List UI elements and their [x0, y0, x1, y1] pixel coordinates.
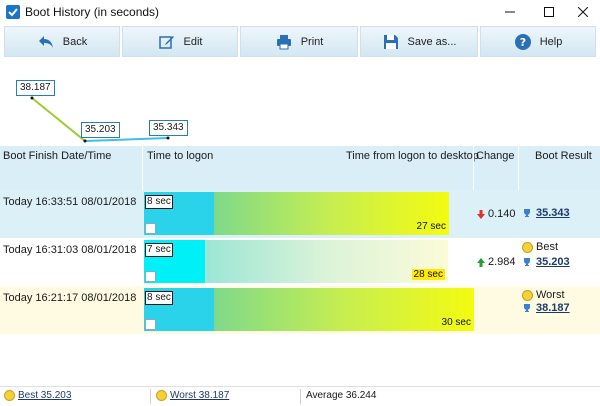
result-tag: Best	[522, 241, 558, 253]
desktop-segment: 30 sec	[214, 288, 474, 331]
result-score-value: 35.343	[536, 207, 570, 219]
floppy-disk-icon	[382, 33, 400, 51]
result-cell: Worst 38.187	[520, 286, 600, 334]
col-header-desktop[interactable]: Time from logon to desktop	[346, 150, 479, 162]
status-worst-label: Worst 38.187	[170, 390, 230, 401]
logon-value: 7 sec	[145, 243, 173, 257]
result-cell: Best 35.203	[520, 238, 600, 286]
title-bar: Boot History (in seconds)	[0, 0, 600, 24]
back-label: Back	[62, 35, 88, 48]
app-check-icon	[6, 5, 20, 19]
save-as-label: Save as...	[407, 35, 457, 48]
trophy-icon	[524, 304, 530, 312]
boot-bar: 7 sec 28 sec	[144, 240, 474, 283]
toolbar: Back Edit Print Save as... ? Help	[0, 24, 600, 58]
status-best-label: Best 35.203	[18, 390, 72, 401]
result-score[interactable]: 35.343	[522, 207, 570, 219]
result-score-value: 35.203	[536, 256, 570, 268]
boot-bar: 8 sec 27 sec	[144, 192, 474, 235]
help-button[interactable]: ? Help	[480, 26, 596, 57]
print-label: Print	[300, 35, 324, 48]
graph-point-label: 35.203	[81, 122, 120, 138]
change-cell: 2.984	[477, 256, 516, 268]
table-header: Boot Finish Date/Time Time to logon Time…	[0, 146, 600, 190]
logon-segment: 7 sec	[144, 240, 205, 283]
result-score[interactable]: 35.203	[522, 256, 570, 268]
logon-value: 8 sec	[145, 291, 173, 305]
desktop-value: 27 sec	[416, 221, 446, 232]
back-button[interactable]: Back	[4, 26, 120, 57]
change-cell: 0.140	[477, 208, 516, 220]
smiley-icon	[522, 289, 533, 301]
logon-value: 8 sec	[145, 195, 173, 209]
resize-icon[interactable]	[145, 319, 156, 330]
status-bar: Best 35.203 Worst 38.187 Average 36.244	[0, 386, 600, 406]
edit-label: Edit	[183, 35, 203, 48]
smiley-icon	[156, 390, 167, 401]
trophy-icon	[524, 209, 530, 217]
graph-point	[83, 139, 87, 143]
minimize-icon	[505, 11, 515, 13]
back-arrow-icon	[37, 33, 55, 51]
smiley-icon	[522, 241, 533, 253]
printer-icon	[275, 33, 293, 51]
table-row[interactable]: Today 16:33:51 08/01/2018 8 sec 27 sec 0…	[0, 190, 600, 238]
graph-point-label: 35.343	[149, 120, 188, 136]
col-header-logon[interactable]: Time to logon	[147, 150, 213, 162]
change-value: 0.140	[488, 208, 516, 220]
status-worst[interactable]: Worst 38.187	[156, 390, 229, 401]
resize-icon[interactable]	[145, 271, 156, 282]
boot-history-graph: 38.187 35.203 35.343	[0, 58, 600, 146]
edit-icon	[158, 33, 176, 51]
col-header-change[interactable]: Change	[476, 150, 515, 162]
window-title: Boot History (in seconds)	[25, 5, 160, 19]
result-tag-label: Best	[536, 241, 559, 253]
table-row[interactable]: Today 16:31:03 08/01/2018 7 sec 28 sec 2…	[0, 238, 600, 286]
maximize-icon	[544, 7, 554, 17]
edit-button[interactable]: Edit	[122, 26, 238, 57]
col-header-date[interactable]: Boot Finish Date/Time	[3, 150, 111, 162]
help-label: Help	[539, 35, 563, 48]
graph-point	[30, 96, 34, 100]
trophy-icon	[524, 258, 530, 266]
desktop-value: 28 sec	[411, 269, 445, 280]
result-score[interactable]: 38.187	[522, 302, 570, 314]
logon-segment: 8 sec	[144, 288, 214, 331]
desktop-segment: 28 sec	[205, 240, 448, 283]
table-row[interactable]: Today 16:21:17 08/01/2018 8 sec 30 sec W…	[0, 286, 600, 334]
result-tag: Worst	[522, 289, 565, 301]
graph-point	[166, 136, 170, 140]
desktop-segment: 27 sec	[214, 192, 449, 235]
row-date: Today 16:33:51 08/01/2018	[3, 196, 137, 208]
row-date: Today 16:31:03 08/01/2018	[3, 244, 137, 256]
arrow-down-icon	[477, 209, 485, 219]
arrow-up-icon	[477, 257, 485, 267]
smiley-icon	[4, 390, 15, 401]
help-icon: ?	[514, 33, 532, 51]
status-average-label: Average 36.244	[306, 390, 377, 401]
desktop-value: 30 sec	[441, 317, 471, 328]
resize-icon[interactable]	[145, 223, 156, 234]
print-button[interactable]: Print	[240, 26, 358, 57]
graph-line-segment	[84, 137, 169, 142]
row-date: Today 16:21:17 08/01/2018	[3, 292, 137, 304]
close-button[interactable]	[566, 0, 600, 24]
graph-point-label: 38.187	[16, 80, 55, 96]
result-tag-label: Worst	[536, 289, 565, 301]
change-value: 2.984	[488, 256, 516, 268]
result-cell: 35.343	[520, 190, 600, 238]
status-best[interactable]: Best 35.203	[4, 390, 71, 401]
close-icon	[578, 7, 588, 17]
result-score-value: 38.187	[536, 302, 570, 314]
col-header-result[interactable]: Boot Result	[535, 150, 592, 162]
status-average: Average 36.244	[306, 390, 376, 401]
logon-segment: 8 sec	[144, 192, 214, 235]
graph-line-segment	[31, 97, 86, 142]
boot-bar: 8 sec 30 sec	[144, 288, 474, 331]
svg-text:?: ?	[519, 36, 525, 49]
save-as-button[interactable]: Save as...	[360, 26, 478, 57]
